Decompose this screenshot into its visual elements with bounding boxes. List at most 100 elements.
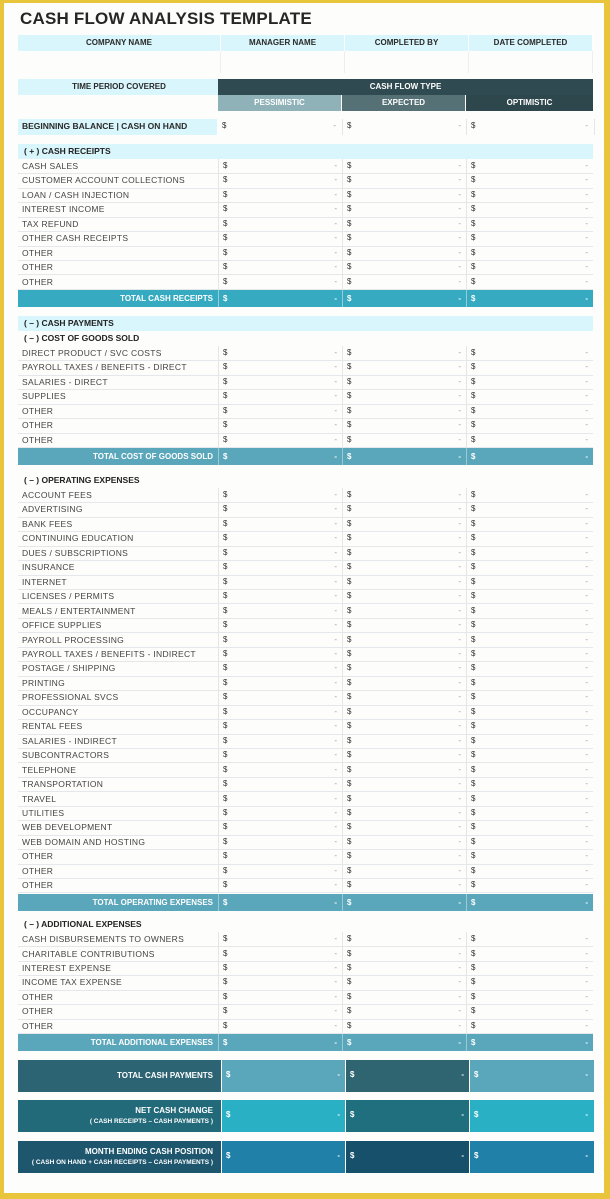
line-item-expected-cell[interactable]: $ - bbox=[342, 274, 467, 289]
line-item-optimistic-cell[interactable]: $ - bbox=[466, 560, 594, 575]
line-item-pessimistic-cell[interactable]: $ - bbox=[218, 719, 343, 734]
line-item-optimistic-cell[interactable]: $ - bbox=[466, 1004, 594, 1019]
line-item-optimistic-cell[interactable]: $ - bbox=[466, 531, 594, 546]
line-item-optimistic-cell[interactable]: $ - bbox=[466, 403, 594, 419]
line-item-pessimistic-cell[interactable]: $ - bbox=[218, 989, 343, 1005]
line-item-pessimistic-cell[interactable]: $ - bbox=[218, 502, 343, 517]
line-item-expected-cell[interactable]: $ - bbox=[342, 418, 467, 433]
line-item-pessimistic-cell[interactable]: $ - bbox=[218, 1018, 343, 1034]
line-item-optimistic-cell[interactable]: $ - bbox=[466, 834, 594, 850]
beginning-balance-expected[interactable]: $ - bbox=[342, 119, 467, 135]
line-item-expected-cell[interactable]: $ - bbox=[342, 661, 467, 676]
line-item-expected-cell[interactable]: $ - bbox=[342, 245, 467, 261]
line-item-pessimistic-cell[interactable]: $ - bbox=[218, 173, 343, 188]
line-item-expected-cell[interactable]: $ - bbox=[342, 834, 467, 850]
line-item-expected-cell[interactable]: $ - bbox=[342, 545, 467, 561]
line-item-optimistic-cell[interactable]: $ - bbox=[466, 632, 594, 647]
line-item-expected-cell[interactable]: $ - bbox=[342, 589, 467, 604]
time-period-input[interactable] bbox=[18, 95, 221, 111]
line-item-optimistic-cell[interactable]: $ - bbox=[466, 932, 594, 947]
line-item-expected-cell[interactable]: $ - bbox=[342, 574, 467, 590]
line-item-expected-cell[interactable]: $ - bbox=[342, 346, 467, 361]
total-expected-cell[interactable]: $ - bbox=[342, 893, 467, 911]
line-item-pessimistic-cell[interactable]: $ - bbox=[218, 647, 343, 662]
company-name-input[interactable] bbox=[18, 51, 221, 73]
line-item-optimistic-cell[interactable]: $ - bbox=[466, 432, 594, 448]
line-item-optimistic-cell[interactable]: $ - bbox=[466, 820, 594, 835]
month-ending-cash-position-pessimistic-cell[interactable]: $ - bbox=[221, 1141, 346, 1173]
line-item-optimistic-cell[interactable]: $ - bbox=[466, 589, 594, 604]
line-item-pessimistic-cell[interactable]: $ - bbox=[218, 762, 343, 777]
line-item-pessimistic-cell[interactable]: $ - bbox=[218, 589, 343, 604]
line-item-expected-cell[interactable]: $ - bbox=[342, 805, 467, 821]
line-item-optimistic-cell[interactable]: $ - bbox=[466, 245, 594, 261]
line-item-optimistic-cell[interactable]: $ - bbox=[466, 516, 594, 532]
total-optimistic-cell[interactable]: $ - bbox=[466, 1034, 594, 1052]
line-item-pessimistic-cell[interactable]: $ - bbox=[218, 488, 343, 503]
line-item-pessimistic-cell[interactable]: $ - bbox=[218, 690, 343, 705]
line-item-optimistic-cell[interactable]: $ - bbox=[466, 704, 594, 720]
total-cash-payments-expected-cell[interactable]: $ - bbox=[345, 1060, 470, 1092]
line-item-expected-cell[interactable]: $ - bbox=[342, 932, 467, 947]
line-item-optimistic-cell[interactable]: $ - bbox=[466, 791, 594, 806]
line-item-optimistic-cell[interactable]: $ - bbox=[466, 647, 594, 662]
line-item-optimistic-cell[interactable]: $ - bbox=[466, 502, 594, 517]
line-item-pessimistic-cell[interactable]: $ - bbox=[218, 820, 343, 835]
net-cash-change-optimistic-cell[interactable]: $ - bbox=[469, 1100, 594, 1132]
line-item-optimistic-cell[interactable]: $ - bbox=[466, 690, 594, 705]
total-expected-cell[interactable]: $ - bbox=[342, 290, 467, 307]
line-item-optimistic-cell[interactable]: $ - bbox=[466, 1018, 594, 1034]
line-item-expected-cell[interactable]: $ - bbox=[342, 488, 467, 503]
line-item-optimistic-cell[interactable]: $ - bbox=[466, 231, 594, 246]
line-item-pessimistic-cell[interactable]: $ - bbox=[218, 360, 343, 375]
line-item-optimistic-cell[interactable]: $ - bbox=[466, 346, 594, 361]
line-item-expected-cell[interactable]: $ - bbox=[342, 432, 467, 448]
line-item-pessimistic-cell[interactable]: $ - bbox=[218, 202, 343, 217]
line-item-pessimistic-cell[interactable]: $ - bbox=[218, 675, 343, 691]
line-item-optimistic-cell[interactable]: $ - bbox=[466, 618, 594, 633]
total-optimistic-cell[interactable]: $ - bbox=[466, 893, 594, 911]
line-item-optimistic-cell[interactable]: $ - bbox=[466, 946, 594, 961]
date-completed-input[interactable] bbox=[469, 51, 593, 73]
line-item-pessimistic-cell[interactable]: $ - bbox=[218, 274, 343, 289]
line-item-pessimistic-cell[interactable]: $ - bbox=[218, 403, 343, 419]
line-item-expected-cell[interactable]: $ - bbox=[342, 374, 467, 390]
line-item-expected-cell[interactable]: $ - bbox=[342, 960, 467, 976]
line-item-expected-cell[interactable]: $ - bbox=[342, 202, 467, 217]
line-item-pessimistic-cell[interactable]: $ - bbox=[218, 849, 343, 864]
line-item-optimistic-cell[interactable]: $ - bbox=[466, 418, 594, 433]
line-item-optimistic-cell[interactable]: $ - bbox=[466, 989, 594, 1005]
line-item-optimistic-cell[interactable]: $ - bbox=[466, 675, 594, 691]
line-item-pessimistic-cell[interactable]: $ - bbox=[218, 516, 343, 532]
completed-by-input[interactable] bbox=[345, 51, 469, 73]
line-item-pessimistic-cell[interactable]: $ - bbox=[218, 574, 343, 590]
line-item-pessimistic-cell[interactable]: $ - bbox=[218, 777, 343, 792]
total-optimistic-cell[interactable]: $ - bbox=[466, 290, 594, 307]
line-item-optimistic-cell[interactable]: $ - bbox=[466, 260, 594, 275]
line-item-pessimistic-cell[interactable]: $ - bbox=[218, 159, 343, 174]
line-item-pessimistic-cell[interactable]: $ - bbox=[218, 632, 343, 647]
total-pessimistic-cell[interactable]: $ - bbox=[218, 448, 343, 466]
line-item-optimistic-cell[interactable]: $ - bbox=[466, 719, 594, 734]
line-item-expected-cell[interactable]: $ - bbox=[342, 173, 467, 188]
total-cash-payments-optimistic-cell[interactable]: $ - bbox=[469, 1060, 594, 1092]
line-item-expected-cell[interactable]: $ - bbox=[342, 159, 467, 174]
line-item-pessimistic-cell[interactable]: $ - bbox=[218, 704, 343, 720]
line-item-expected-cell[interactable]: $ - bbox=[342, 647, 467, 662]
line-item-optimistic-cell[interactable]: $ - bbox=[466, 545, 594, 561]
line-item-optimistic-cell[interactable]: $ - bbox=[466, 863, 594, 879]
line-item-expected-cell[interactable]: $ - bbox=[342, 603, 467, 618]
line-item-expected-cell[interactable]: $ - bbox=[342, 762, 467, 777]
line-item-pessimistic-cell[interactable]: $ - bbox=[218, 432, 343, 448]
line-item-optimistic-cell[interactable]: $ - bbox=[466, 805, 594, 821]
line-item-expected-cell[interactable]: $ - bbox=[342, 878, 467, 893]
line-item-expected-cell[interactable]: $ - bbox=[342, 733, 467, 748]
line-item-expected-cell[interactable]: $ - bbox=[342, 502, 467, 517]
line-item-pessimistic-cell[interactable]: $ - bbox=[218, 1004, 343, 1019]
line-item-expected-cell[interactable]: $ - bbox=[342, 690, 467, 705]
line-item-pessimistic-cell[interactable]: $ - bbox=[218, 531, 343, 546]
line-item-optimistic-cell[interactable]: $ - bbox=[466, 173, 594, 188]
line-item-expected-cell[interactable]: $ - bbox=[342, 389, 467, 404]
line-item-expected-cell[interactable]: $ - bbox=[342, 187, 467, 203]
line-item-expected-cell[interactable]: $ - bbox=[342, 403, 467, 419]
